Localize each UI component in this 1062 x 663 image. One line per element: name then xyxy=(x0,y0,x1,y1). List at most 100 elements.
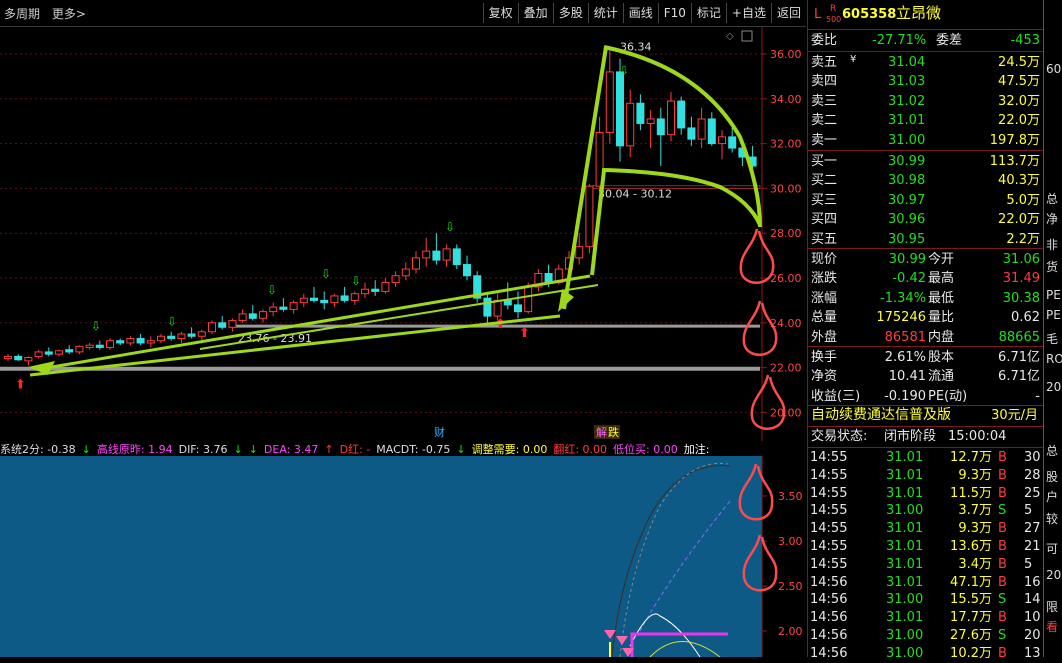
edge-label: 看 xyxy=(1046,620,1059,634)
mark-button[interactable]: 标记 xyxy=(690,3,726,23)
tick-time: 14:56 xyxy=(810,610,848,626)
candle-body xyxy=(514,304,522,313)
adjust-button[interactable]: 复权 xyxy=(482,3,518,23)
edge-label: 20 xyxy=(1046,380,1062,394)
candle-body xyxy=(289,302,298,310)
tick-price: 31.00 xyxy=(886,628,924,643)
edge-label: 货 xyxy=(1046,260,1059,274)
stats-button[interactable]: 统计 xyxy=(587,3,623,23)
candle-body xyxy=(24,357,33,362)
candle-body xyxy=(34,351,43,357)
tick-volume: 9.3万 xyxy=(958,521,992,537)
ask-row[interactable]: 卖四 31.03 47.5万 xyxy=(808,72,1044,91)
candlestick-chart[interactable]: ⬆ ⬆ ⬆ ⇩ ⇩ ⇩ ⇩ ⇩ ⇩ ⇩ 36.00 34.00 32.00 30.00 28.00 26.0… xyxy=(0,27,806,444)
indicator-background xyxy=(0,456,762,657)
buy-signal-icon: ⬆ xyxy=(519,326,530,341)
draw-line-button[interactable]: 画线 xyxy=(622,3,658,23)
bid-row[interactable]: 买二 30.98 40.3万 xyxy=(808,171,1044,190)
bid-price: 30.95 xyxy=(888,231,926,247)
tick-direction: S xyxy=(998,628,1007,643)
price-tick-label: 22.00 xyxy=(770,362,802,375)
bid-price: 30.98 xyxy=(888,173,926,189)
tick-row: 14:55 31.01 13.6万 B 21 xyxy=(808,538,1044,556)
candle-body xyxy=(493,299,502,317)
tick-count: 14 xyxy=(1024,592,1041,608)
tick-count: 21 xyxy=(1024,539,1041,554)
panel-divider xyxy=(808,150,1044,151)
candle-body xyxy=(585,185,594,248)
candle-body xyxy=(707,118,716,145)
bid-row[interactable]: 买三 30.97 5.0万 xyxy=(808,191,1044,210)
edge-label: 较 xyxy=(1046,512,1059,526)
promo-text[interactable]: 自动续费通达信普及版 xyxy=(811,406,951,425)
candle-body xyxy=(177,333,186,339)
bid-row[interactable]: 买五 30.95 2.2万 xyxy=(808,230,1044,249)
tick-count: 20 xyxy=(1024,628,1041,643)
add-watchlist-button[interactable]: +自选 xyxy=(725,3,771,23)
quote-value: 30.38 xyxy=(1002,290,1040,306)
tick-direction: B xyxy=(998,467,1007,483)
tick-count: 5 xyxy=(1024,503,1033,519)
edge-label: RO xyxy=(1046,352,1062,366)
quote-label: 内盘 xyxy=(928,329,955,345)
indicator-value: MACDT: -0.75 xyxy=(376,443,451,456)
tick-price: 31.01 xyxy=(886,467,924,483)
tick-row: 14:56 31.00 15.5万 S 14 xyxy=(808,591,1044,609)
chart-menu-icon[interactable]: ◇ xyxy=(726,31,734,42)
back-button[interactable]: 返回 xyxy=(770,3,806,23)
tick-price: 31.01 xyxy=(886,556,924,572)
candle-body xyxy=(187,333,196,337)
bid-volume: 40.3万 xyxy=(998,173,1040,189)
ask-row[interactable]: 卖三 31.02 32.0万 xyxy=(808,92,1044,111)
multi-period-button[interactable]: 多周期 xyxy=(4,7,40,21)
ask-row[interactable]: 卖二 31.01 22.0万 xyxy=(808,111,1044,130)
ask-row[interactable]: 卖一 31.00 197.8万 xyxy=(808,131,1044,150)
tick-direction: B xyxy=(998,556,1007,572)
yuan-icon: ¥ xyxy=(850,54,857,65)
multi-stock-button[interactable]: 多股 xyxy=(552,3,588,23)
tick-price: 31.00 xyxy=(886,645,924,661)
tick-time: 14:55 xyxy=(810,485,848,501)
chart-window-icon[interactable] xyxy=(741,30,753,42)
bid-row[interactable]: 买四 30.96 22.0万 xyxy=(808,210,1044,229)
promo-price[interactable]: 30元/月 xyxy=(991,406,1038,425)
tick-direction: S xyxy=(998,503,1007,519)
bid-row[interactable]: 买一 30.99 113.7万 xyxy=(808,152,1044,171)
bid-volume: 2.2万 xyxy=(1006,231,1040,247)
candle-body xyxy=(340,295,349,301)
ask-volume: 32.0万 xyxy=(998,93,1040,109)
indicator-value: 加注: xyxy=(683,443,710,456)
quote-label: 今开 xyxy=(928,252,955,267)
candle-body xyxy=(85,344,94,348)
ask-label: 卖四 xyxy=(811,74,838,90)
quote-label: 最低 xyxy=(928,290,955,306)
edge-label: 限 xyxy=(1046,600,1059,614)
fundamental-row: 换手 2.61% 股本 6.71亿 xyxy=(808,348,1044,367)
edge-label: PE xyxy=(1046,288,1061,302)
candle-body xyxy=(126,337,135,344)
quote-value: 86581 xyxy=(884,329,926,345)
indicator-chart[interactable]: 3.50 3.00 2.50 2.00 xyxy=(0,456,806,657)
bid-price: 30.97 xyxy=(888,192,926,208)
overlay-button[interactable]: 叠加 xyxy=(517,3,553,23)
more-button[interactable]: 更多> xyxy=(52,7,86,21)
sell-signal-icon: ⇩ xyxy=(619,63,629,77)
index-badge: 500 xyxy=(826,15,842,24)
tick-count: 27 xyxy=(1024,521,1041,537)
edge-label: 股 xyxy=(1046,470,1059,484)
quote-row: 涨幅 -1.34% 最低 30.38 xyxy=(808,289,1044,308)
bid-label: 买四 xyxy=(811,212,838,228)
tick-price: 31.01 xyxy=(886,539,924,554)
candle-body xyxy=(269,306,278,313)
f10-button[interactable]: F10 xyxy=(657,3,691,23)
tick-count: 25 xyxy=(1024,485,1041,501)
promo-row[interactable]: 自动续费通达信普及版 30元/月 xyxy=(808,406,1044,426)
tick-row: 14:56 31.01 47.1万 B 16 xyxy=(808,574,1044,592)
candle-body xyxy=(432,250,441,261)
edge-column: 60 总净非货 PE PE 毛 RO 20 总股户较可 20 限看 xyxy=(1043,0,1062,657)
tick-count: 10 xyxy=(1024,610,1041,626)
ask-row[interactable]: 卖五 ¥31.04 24.5万 xyxy=(808,53,1044,72)
ask-volume: 22.0万 xyxy=(998,113,1040,129)
fundamental-row: 净资 10.41 流通 6.71亿 xyxy=(808,367,1044,386)
fundamental-label: 净资 xyxy=(811,369,838,385)
